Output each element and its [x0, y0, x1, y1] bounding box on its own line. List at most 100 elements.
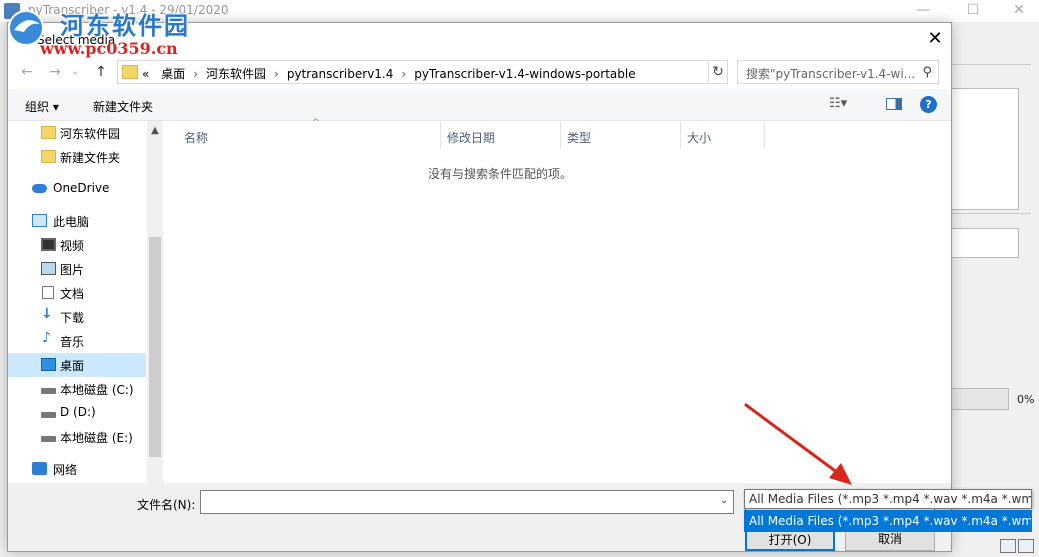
sidebar-item-label: 视频 [60, 239, 85, 253]
scrollbar-thumb[interactable] [149, 237, 161, 457]
sidebar-item-label: 本地磁盘 (E:) [60, 431, 133, 445]
maximize-button[interactable]: ☐ [950, 0, 996, 22]
column-header-label: 大小 [687, 131, 712, 145]
filetype-tooltip: All Media Files (*.mp3 *.mp4 *.wav *.m4a… [744, 489, 1032, 509]
drive-icon [41, 436, 56, 442]
details-view-icon[interactable] [1000, 539, 1016, 553]
drive-icon [41, 388, 56, 394]
sidebar-item-label: 网络 [53, 463, 78, 477]
breadcrumb-separator[interactable]: › [274, 67, 279, 81]
column-header-label: 修改日期 [447, 131, 496, 145]
background-file-list[interactable] [951, 88, 1019, 210]
filetype-option[interactable]: All Media Files (*.mp3 *.mp4 *.wav *.m4a… [744, 510, 1032, 532]
refresh-button[interactable]: ↻ [708, 60, 728, 84]
view-options-icon[interactable]: ☷▾ [829, 96, 847, 111]
scroll-up-icon[interactable]: ▲ [147, 123, 163, 139]
background-output-field[interactable] [951, 228, 1019, 258]
folder-icon [41, 150, 56, 163]
column-header-date[interactable]: 修改日期 [441, 121, 561, 149]
empty-results-message: 没有与搜索条件匹配的项。 [427, 167, 572, 181]
recent-locations-button[interactable]: ⌄ [68, 61, 82, 83]
desktop-icon [41, 358, 56, 371]
sidebar-item-onedrive[interactable]: OneDrive [8, 177, 146, 201]
column-header-type[interactable]: 类型 [561, 121, 681, 149]
breadcrumb-overflow[interactable]: « [142, 67, 149, 81]
search-icon[interactable]: ⚲ [922, 65, 932, 80]
breadcrumb-item[interactable]: pyTranscriber-v1.4-windows-portable [414, 67, 635, 81]
minimize-button[interactable]: — [900, 0, 946, 22]
breadcrumb-item[interactable]: 河东软件园 [206, 67, 266, 81]
sidebar-item-label: 此电脑 [53, 215, 90, 229]
column-header-label: 名称 [184, 131, 209, 145]
music-icon: ♪ [42, 330, 51, 346]
sidebar-item-label: D (D:) [60, 405, 96, 419]
navigation-pane: 河东软件园 新建文件夹 OneDrive 此电脑 视频 图片 文档 ↓ 下载 ♪… [8, 121, 162, 497]
download-icon: ↓ [41, 306, 53, 322]
organize-button[interactable]: 组织 ▾ [25, 98, 59, 115]
filename-input[interactable] [200, 490, 734, 514]
sidebar-item-drive-c[interactable]: 本地磁盘 (C:) [8, 377, 146, 401]
preview-view-icon[interactable] [1018, 539, 1034, 553]
file-list[interactable]: ^ 名称 修改日期 类型 大小 没有与搜索条件匹配的项。 [165, 118, 951, 497]
navigation-bar: ← → ⌄ ↑ « 桌面 › 河东软件园 › pytranscriberv1.4 › pyT… [8, 57, 951, 87]
watermark-logo-icon [8, 10, 44, 46]
app-close-button[interactable]: ✕ [996, 0, 1039, 22]
filename-label: 文件名(N): [137, 498, 196, 512]
sidebar-item-pictures[interactable]: 图片 [8, 257, 146, 281]
breadcrumb-separator[interactable]: › [401, 67, 406, 81]
sidebar-item-desktop[interactable]: 桌面 [8, 353, 146, 377]
sidebar-item-label: 桌面 [60, 359, 85, 373]
sidebar-item-drive-e[interactable]: 本地磁盘 (E:) [8, 425, 146, 449]
search-input[interactable]: 搜索"pyTranscriber-v1.4-wi... ⚲ [737, 60, 939, 84]
folder-icon [122, 65, 138, 79]
dialog-close-button[interactable]: ✕ [919, 23, 951, 55]
sidebar-item-new-folder[interactable]: 新建文件夹 [8, 145, 146, 169]
navigation-scrollbar[interactable]: ▲ ▼ [147, 121, 163, 497]
address-bar[interactable]: « 桌面 › 河东软件园 › pytranscriberv1.4 › pyTranscrib… [117, 60, 816, 84]
document-icon [42, 286, 54, 299]
breadcrumb-item[interactable]: pytranscriberv1.4 [287, 67, 394, 81]
preview-pane-icon[interactable] [886, 98, 902, 110]
forward-button[interactable]: → [44, 61, 66, 83]
select-media-dialog: Select media ✕ ← → ⌄ ↑ « 桌面 › 河东软件园 › pytran… [7, 22, 952, 552]
sidebar-item-label: 下载 [60, 311, 85, 325]
breadcrumb-separator[interactable]: › [193, 67, 198, 81]
progress-percent-label: 0% [1017, 393, 1035, 406]
command-bar: 组织 ▾ 新建文件夹 ☷▾ ? [8, 89, 951, 121]
network-icon [32, 462, 47, 475]
sidebar-item-label: 本地磁盘 (C:) [60, 383, 134, 397]
column-header-label: 类型 [567, 131, 592, 145]
help-icon[interactable]: ? [920, 96, 937, 113]
sidebar-item-documents[interactable]: 文档 [8, 281, 146, 305]
video-icon [41, 238, 56, 251]
sidebar-item-downloads[interactable]: ↓ 下载 [8, 305, 146, 329]
sidebar-item-label: 文档 [60, 287, 85, 301]
sidebar-item-label: 新建文件夹 [60, 151, 121, 165]
cloud-icon [32, 184, 47, 193]
new-folder-button[interactable]: 新建文件夹 [93, 98, 153, 115]
sidebar-item-label: OneDrive [53, 181, 110, 195]
background-progress-bar [951, 388, 1009, 410]
sidebar-item-label: 图片 [60, 263, 85, 277]
sidebar-item-label: 河东软件园 [60, 127, 121, 141]
sidebar-item-this-pc[interactable]: 此电脑 [8, 209, 146, 233]
up-button[interactable]: ↑ [90, 61, 112, 83]
column-header-size[interactable]: 大小 [681, 121, 765, 149]
folder-icon [41, 126, 56, 139]
sidebar-item-hedong[interactable]: 河东软件园 [8, 121, 146, 145]
pictures-icon [41, 262, 56, 275]
breadcrumb-item[interactable]: 桌面 [161, 67, 185, 81]
column-header-name[interactable]: ^ 名称 [165, 118, 441, 149]
sidebar-item-network[interactable]: 网络 [8, 457, 146, 481]
drive-icon [41, 412, 56, 418]
back-button[interactable]: ← [16, 61, 38, 83]
background-view-icons [1000, 539, 1036, 555]
breadcrumb: « 桌面 › 河东软件园 › pytranscriberv1.4 › pyTranscrib… [142, 65, 636, 82]
computer-icon [32, 214, 47, 227]
sidebar-item-music[interactable]: ♪ 音乐 [8, 329, 146, 353]
watermark: 河东软件园 www.pc0359.cn [6, 6, 190, 58]
sort-ascending-icon: ^ [312, 118, 320, 128]
sidebar-item-drive-d[interactable]: D (D:) [8, 401, 146, 425]
sidebar-item-videos[interactable]: 视频 [8, 233, 146, 257]
search-placeholder: 搜索"pyTranscriber-v1.4-wi... [746, 67, 916, 81]
